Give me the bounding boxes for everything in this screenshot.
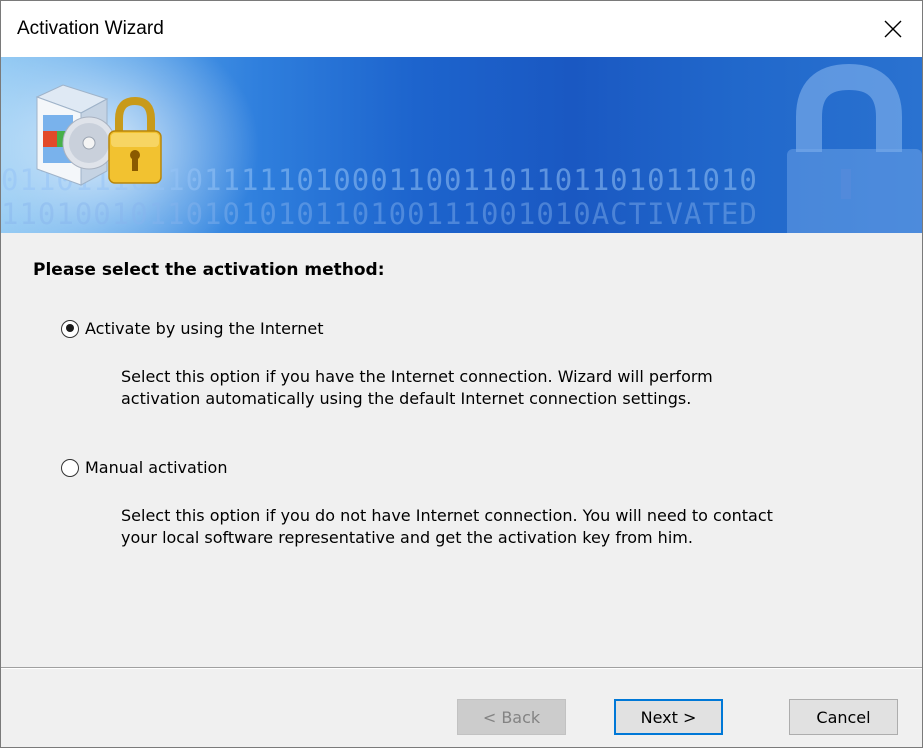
wizard-content: Please select the activation method: Act… [1,233,922,667]
activation-wizard-window: Activation Wizard 0110111011011111010001… [0,0,923,748]
internet-activation-option[interactable]: Activate by using the Internet [61,319,324,338]
back-button[interactable]: < Back [457,699,566,735]
description-line: Select this option if you have the Inter… [121,367,713,386]
description-line: Select this option if you do not have In… [121,506,773,525]
cancel-button[interactable]: Cancel [789,699,898,735]
description-line: activation automatically using the defau… [121,389,692,408]
manual-activation-option[interactable]: Manual activation [61,458,227,477]
wizard-banner: 0110111011011111010001100110110110101101… [1,57,922,233]
manual-activation-description: Select this option if you do not have In… [121,505,911,549]
internet-activation-description: Select this option if you have the Inter… [121,366,911,410]
close-button[interactable] [864,1,922,57]
manual-activation-label[interactable]: Manual activation [85,458,227,477]
title-bar: Activation Wizard [1,1,922,57]
manual-activation-radio[interactable] [61,458,79,477]
watermark-lock-icon [787,63,922,233]
internet-activation-label[interactable]: Activate by using the Internet [85,319,324,338]
description-line: your local software representative and g… [121,528,693,547]
software-box-icon [35,84,162,186]
window-title: Activation Wizard [17,18,164,39]
banner-binary-text: 11010010110101010110100111001010ACTIVATE… [1,197,758,231]
internet-activation-radio[interactable] [61,319,79,338]
padlock-icon [108,96,162,184]
next-button[interactable]: Next > [614,699,723,735]
close-icon [884,20,902,38]
page-heading: Please select the activation method: [33,260,385,280]
wizard-footer: < Back Next > Cancel [1,669,922,747]
